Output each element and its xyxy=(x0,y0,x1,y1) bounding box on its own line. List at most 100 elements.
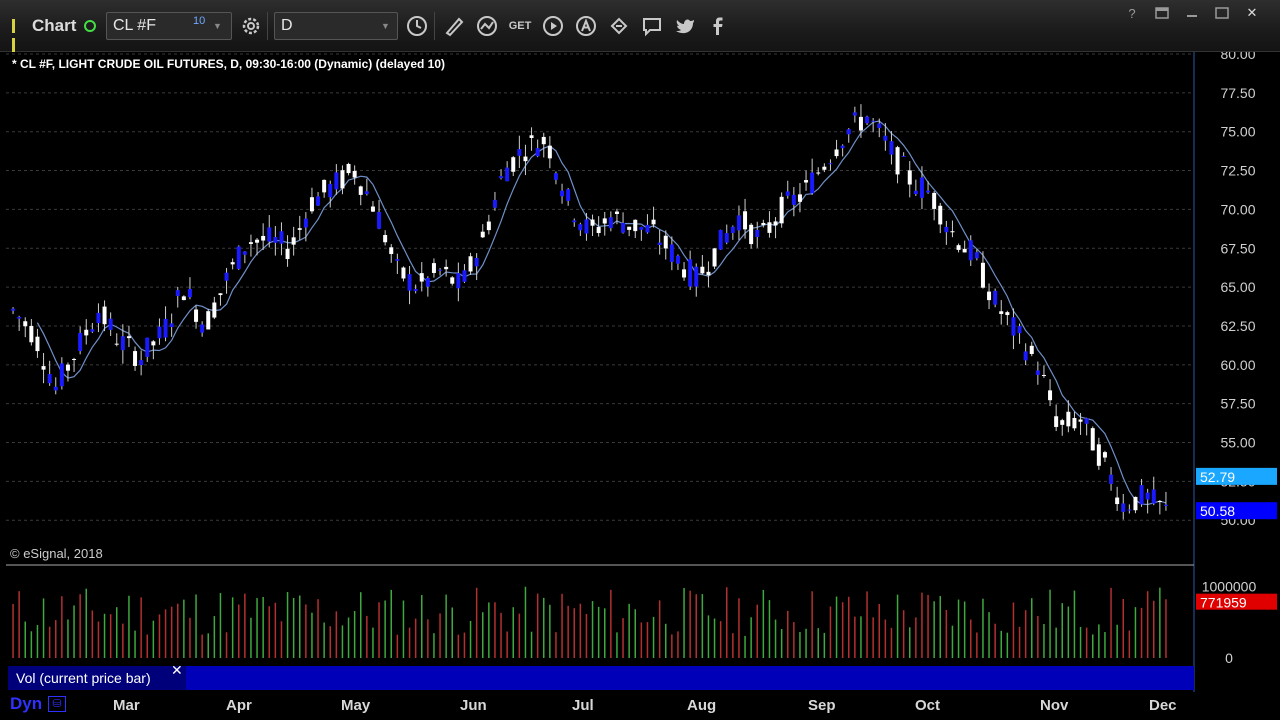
lock-icon[interactable]: ⛁ xyxy=(48,696,66,712)
candle-body xyxy=(730,226,735,233)
candle-body xyxy=(334,172,339,190)
candle xyxy=(675,254,680,270)
candle-body xyxy=(1102,452,1107,458)
candle-body xyxy=(645,224,650,233)
candle-body xyxy=(1090,428,1095,451)
close-icon[interactable]: ✕ xyxy=(1240,4,1264,22)
candle-body xyxy=(261,235,266,241)
candle-body xyxy=(1029,345,1034,354)
link-icon[interactable] xyxy=(606,13,632,39)
candle xyxy=(956,243,961,253)
candle-body xyxy=(462,270,467,282)
alert-icon[interactable] xyxy=(573,13,599,39)
candle xyxy=(316,192,321,206)
candle-body xyxy=(431,263,436,273)
volume-study-label[interactable]: Vol (current price bar) xyxy=(8,666,188,690)
candle xyxy=(1127,504,1132,514)
candle xyxy=(1157,500,1162,515)
candle-body xyxy=(553,173,558,180)
price-chart[interactable]: 80.00 77.50 75.00 72.50 70.00 67.50 65.00 62.50… xyxy=(0,52,1280,692)
candle-body xyxy=(492,199,497,208)
candle-body xyxy=(370,206,375,212)
candle xyxy=(230,258,235,270)
candle-body xyxy=(541,136,546,145)
candle-body xyxy=(407,274,412,291)
candle xyxy=(1139,478,1144,507)
minimize-icon[interactable] xyxy=(1180,4,1204,22)
help-icon[interactable]: ? xyxy=(1120,4,1144,22)
candle xyxy=(309,187,314,214)
candle xyxy=(1090,426,1095,451)
candle xyxy=(669,236,674,271)
candle-body xyxy=(230,262,235,265)
candle-body xyxy=(96,312,101,324)
twitter-icon[interactable] xyxy=(672,13,698,39)
candle-body xyxy=(163,318,168,338)
candle-body xyxy=(212,302,217,318)
candle xyxy=(1133,496,1138,514)
candle-body xyxy=(413,289,418,292)
candle xyxy=(181,295,186,301)
time-axis[interactable]: Mar Apr May Jun Jul Aug Sep Oct Nov Dec xyxy=(0,692,1280,720)
candle-body xyxy=(602,218,607,224)
candle xyxy=(431,258,436,278)
symbol-input[interactable]: CL #F 10 ▼ xyxy=(106,12,232,40)
candle-body xyxy=(1145,492,1150,500)
restore-icon[interactable] xyxy=(1150,4,1174,22)
maximize-icon[interactable] xyxy=(1210,4,1234,22)
candle-body xyxy=(322,179,327,193)
clock-icon[interactable] xyxy=(404,13,430,39)
interval-input[interactable]: D ▼ xyxy=(274,12,398,40)
candle xyxy=(17,315,22,331)
comment-icon[interactable] xyxy=(639,13,665,39)
candle-body xyxy=(682,269,687,278)
candle-body xyxy=(255,239,260,243)
candle xyxy=(755,221,760,248)
pencil-icon[interactable] xyxy=(441,13,467,39)
facebook-icon[interactable] xyxy=(705,13,731,39)
chevron-down-icon[interactable]: ▼ xyxy=(213,21,222,31)
candle-body xyxy=(78,332,83,352)
candle-body xyxy=(1035,370,1040,375)
dynamic-mode-toggle[interactable]: Dyn ⛁ xyxy=(6,694,68,714)
candle-body xyxy=(187,288,192,298)
candle-body xyxy=(846,129,851,135)
chevron-down-icon[interactable]: ▼ xyxy=(381,21,390,31)
candle-body xyxy=(858,116,863,131)
candle xyxy=(1029,341,1034,357)
candle-body xyxy=(59,363,64,387)
candle-body xyxy=(871,120,876,122)
candle-body xyxy=(383,235,388,243)
candle-body xyxy=(175,290,180,296)
connection-status-icon xyxy=(84,20,96,32)
candle xyxy=(785,180,790,199)
candle-body xyxy=(535,148,540,157)
candle xyxy=(846,128,851,143)
candle xyxy=(133,346,138,371)
panel-grip-icon[interactable] xyxy=(12,19,20,52)
candle xyxy=(688,250,693,291)
candle xyxy=(566,187,571,206)
candle-body xyxy=(944,226,949,233)
candle xyxy=(224,267,229,294)
x-tick-label: Mar xyxy=(113,697,140,714)
study-icon[interactable] xyxy=(474,13,500,39)
play-icon[interactable] xyxy=(540,13,566,39)
candle xyxy=(358,185,363,206)
gear-icon[interactable] xyxy=(238,13,264,39)
candle-body xyxy=(316,196,321,206)
candle xyxy=(858,104,863,138)
candle xyxy=(90,322,95,333)
candle-body xyxy=(53,386,58,391)
candle-body xyxy=(511,157,516,172)
candle-body xyxy=(358,186,363,195)
get-icon[interactable]: GET xyxy=(507,13,533,39)
x-tick-label: Oct xyxy=(915,697,941,714)
candle xyxy=(364,178,369,196)
candle xyxy=(706,261,711,288)
close-icon[interactable]: ✕ xyxy=(171,662,183,679)
candle-body xyxy=(919,177,924,198)
y-tick-label: 80.00 xyxy=(1220,52,1255,62)
y-tick-label: 75.00 xyxy=(1220,124,1255,140)
candle-body xyxy=(572,220,577,223)
